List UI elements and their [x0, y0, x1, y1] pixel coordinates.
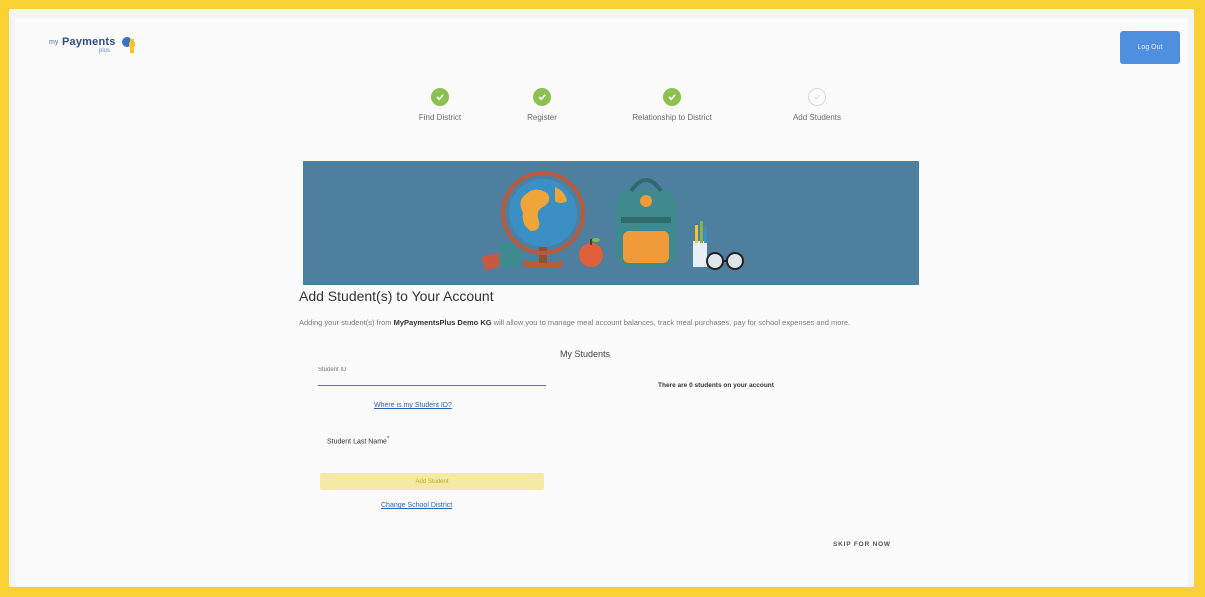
- student-last-name-input[interactable]: [318, 448, 546, 470]
- step-add-students: Add Students: [747, 88, 887, 122]
- last-name-label-text: Student Last Name: [327, 438, 387, 446]
- page: my Payments plus Log Out Find District R…: [15, 18, 1188, 586]
- page-title: Add Student(s) to Your Account: [299, 288, 494, 304]
- step-label: Add Students: [792, 113, 842, 122]
- logo-suffix: plus: [99, 48, 111, 54]
- required-mark: *: [386, 436, 390, 442]
- change-school-district-link[interactable]: Change School District: [381, 502, 452, 509]
- step-relationship: Relationship to District: [602, 88, 742, 122]
- school-supplies-banner: [303, 161, 919, 285]
- step-check-icon: [663, 88, 681, 106]
- logo-prefix: my: [49, 39, 59, 46]
- intro-suffix: will allow you to manage meal account ba…: [491, 318, 851, 327]
- step-register: Register: [472, 88, 612, 122]
- skip-for-now-button[interactable]: SKIP FOR NOW: [833, 541, 891, 548]
- progress-steps: Find District Register Relationship to D…: [375, 88, 855, 128]
- step-pending-icon: [808, 88, 826, 106]
- step-label: Register: [527, 113, 557, 122]
- logo-text: Payments: [62, 36, 116, 48]
- where-is-student-id-link[interactable]: Where is my Student ID?: [374, 402, 452, 409]
- step-label: Relationship to District: [632, 113, 712, 122]
- district-name: MyPaymentsPlus Demo KG: [393, 318, 492, 327]
- school-supplies-illustration-icon: [303, 161, 919, 285]
- student-id-input[interactable]: [318, 354, 546, 386]
- logo-plus-icon: [122, 37, 135, 53]
- intro-text: Adding your student(s) from MyPaymentsPl…: [299, 316, 919, 329]
- step-check-icon: [431, 88, 449, 106]
- students-empty-message: There are 0 students on your account: [658, 382, 774, 389]
- intro-prefix: Adding your student(s) from: [299, 318, 394, 327]
- add-student-button[interactable]: Add Student: [320, 473, 544, 490]
- last-name-label: Student Last Name*: [327, 436, 389, 445]
- my-students-title: My Students: [560, 349, 611, 359]
- logout-button[interactable]: Log Out: [1120, 31, 1180, 64]
- step-check-icon: [533, 88, 551, 106]
